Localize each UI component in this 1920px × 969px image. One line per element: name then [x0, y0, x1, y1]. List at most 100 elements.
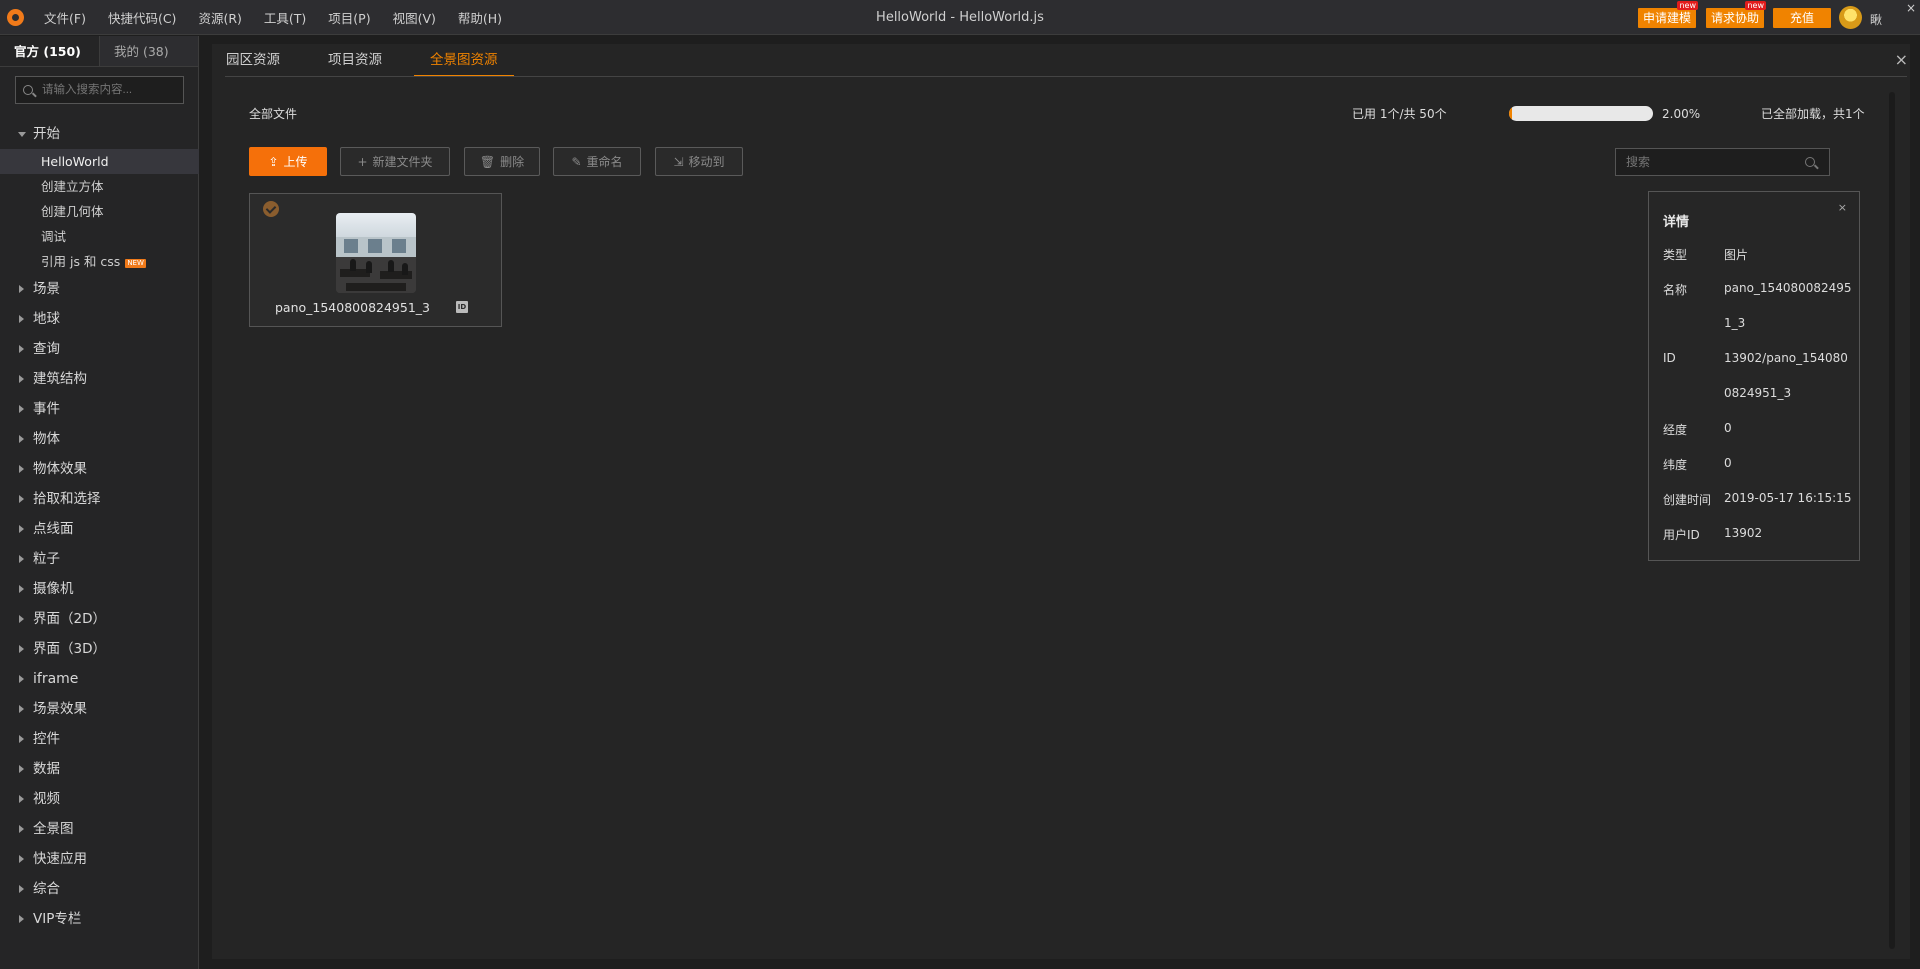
detail-id-value-line1: 13902/pano_154080 [1724, 351, 1848, 365]
rename-label: 重命名 [586, 155, 623, 169]
tree-group-particle[interactable]: 粒子 [0, 544, 199, 574]
detail-created-value: 2019-05-17 16:15:15 [1724, 491, 1852, 505]
request-help-label: 请求协助 [1711, 11, 1760, 25]
detail-latitude-value: 0 [1724, 456, 1732, 470]
move-to-label: 移动到 [688, 155, 725, 169]
request-help-button[interactable]: 请求协助 new [1706, 1, 1767, 28]
tree-group-panorama[interactable]: 全景图 [0, 814, 199, 844]
apply-model-button[interactable]: 申请建模 new [1638, 1, 1699, 28]
sidebar-search-input[interactable] [15, 76, 184, 104]
tree-group-pick-select[interactable]: 拾取和选择 [0, 484, 199, 514]
tab-official[interactable]: 官方 (150) [0, 36, 99, 66]
tab-park-resources[interactable]: 园区资源 [226, 44, 280, 76]
detail-title: 详情 [1663, 215, 1690, 230]
delete-button[interactable]: 🗑 删除 [464, 147, 540, 176]
file-search-input[interactable] [1615, 148, 1830, 176]
tree-group-query[interactable]: 查询 [0, 334, 199, 364]
tree-group-point-line-face[interactable]: 点线面 [0, 514, 199, 544]
search-icon [23, 85, 33, 95]
menu-resources[interactable]: 资源(R) [198, 8, 241, 27]
menu-file[interactable]: 文件(F) [44, 8, 86, 27]
menu-tools[interactable]: 工具(T) [264, 8, 306, 27]
resource-panel: 园区资源 项目资源 全景图资源 × 全部文件 已用 1个/共 50个 2.00%… [212, 44, 1910, 959]
menu-help[interactable]: 帮助(H) [458, 8, 502, 27]
selected-check-icon[interactable] [263, 201, 279, 217]
detail-close-icon[interactable]: × [1838, 201, 1847, 214]
detail-id-value-line2: 0824951_3 [1724, 386, 1792, 400]
tree-group-object[interactable]: 物体 [0, 424, 199, 454]
menu-snippets[interactable]: 快捷代码(C) [108, 8, 176, 27]
window-close-icon[interactable]: × [1906, 1, 1916, 15]
rename-button[interactable]: ✎ 重命名 [553, 147, 641, 176]
recharge-button[interactable]: 充值 [1773, 8, 1831, 28]
tree-item-debug[interactable]: 调试 [0, 224, 199, 249]
user-avatar[interactable] [1839, 6, 1862, 29]
detail-type-value: 图片 [1724, 248, 1749, 262]
usage-progress-bar [1509, 106, 1653, 121]
detail-name-value-line1: pano_154080082495 [1724, 281, 1852, 295]
new-folder-button[interactable]: + 新建文件夹 [340, 147, 450, 176]
tree-group-event[interactable]: 事件 [0, 394, 199, 424]
tree-item-import-js-css[interactable]: 引用 js 和 css NEW [0, 249, 199, 274]
panorama-thumbnail [336, 213, 416, 293]
new-badge: new [1677, 1, 1699, 10]
detail-type-label: 类型 [1663, 248, 1688, 262]
tree-group-ui-3d[interactable]: 界面（3D） [0, 634, 199, 664]
menu-project[interactable]: 项目(P) [328, 8, 370, 27]
detail-longitude-value: 0 [1724, 421, 1732, 435]
detail-created-label: 创建时间 [1663, 493, 1712, 507]
upload-label: 上传 [283, 155, 308, 169]
tab-project-resources[interactable]: 项目资源 [328, 44, 382, 76]
tree-group-data[interactable]: 数据 [0, 754, 199, 784]
detail-userid-value: 13902 [1724, 526, 1763, 540]
new-badge: new [1745, 1, 1767, 10]
usage-progress-fill [1509, 106, 1512, 121]
tree-item-create-geometry[interactable]: 创建几何体 [0, 199, 199, 224]
tree-group-vip[interactable]: VIP专栏 [0, 904, 199, 934]
search-icon [1805, 157, 1815, 167]
tree-item-create-cube[interactable]: 创建立方体 [0, 174, 199, 199]
tab-divider [225, 76, 1907, 77]
tree-group-scene-effect[interactable]: 场景效果 [0, 694, 199, 724]
detail-userid-label: 用户ID [1663, 528, 1700, 542]
user-name[interactable]: 瞅 [1870, 11, 1882, 28]
plus-icon: + [357, 154, 368, 169]
menu-view[interactable]: 视图(V) [393, 8, 436, 27]
move-to-button[interactable]: ⇲ 移动到 [655, 147, 743, 176]
move-icon: ⇲ [673, 154, 684, 169]
tree-group-iframe[interactable]: iframe [0, 664, 199, 694]
breadcrumb[interactable]: 全部文件 [249, 105, 297, 122]
panel-close-icon[interactable]: × [1895, 50, 1908, 69]
tree-group-ui-2d[interactable]: 界面（2D） [0, 604, 199, 634]
apply-model-label: 申请建模 [1643, 11, 1692, 25]
sidebar-tabs: 官方 (150) 我的 (38) [0, 36, 198, 67]
vertical-scrollbar[interactable] [1889, 92, 1895, 949]
tree-group-object-effect[interactable]: 物体效果 [0, 454, 199, 484]
sidebar-tree: 开始 HelloWorld 创建立方体 创建几何体 调试 引用 js 和 css… [0, 119, 199, 934]
usage-text: 已用 1个/共 50个 [1352, 107, 1447, 121]
tree-group-scene[interactable]: 场景 [0, 274, 199, 304]
tab-mine[interactable]: 我的 (38) [99, 36, 198, 66]
tree-group-camera[interactable]: 摄像机 [0, 574, 199, 604]
tree-group-controls[interactable]: 控件 [0, 724, 199, 754]
tree-group-quick-apps[interactable]: 快速应用 [0, 844, 199, 874]
tree-item-label: 引用 js 和 css [41, 254, 121, 269]
new-folder-label: 新建文件夹 [372, 155, 433, 169]
detail-name-value-line2: 1_3 [1724, 316, 1746, 330]
tree-group-building[interactable]: 建筑结构 [0, 364, 199, 394]
title-bar: 文件(F) 快捷代码(C) 资源(R) 工具(T) 项目(P) 视图(V) 帮助… [0, 0, 1920, 35]
usage-percent: 2.00% [1662, 107, 1701, 121]
tree-group-general[interactable]: 综合 [0, 874, 199, 904]
tree-group-earth[interactable]: 地球 [0, 304, 199, 334]
upload-button[interactable]: ⇪ 上传 [249, 147, 327, 176]
tree-group-start[interactable]: 开始 [0, 119, 199, 149]
file-card[interactable]: pano_1540800824951_3 ID [249, 193, 502, 327]
detail-id-label: ID [1663, 351, 1676, 365]
resource-tabs: 园区资源 项目资源 全景图资源 [226, 44, 546, 77]
file-name: pano_1540800824951_3 [274, 300, 430, 315]
upload-icon: ⇪ [268, 154, 279, 169]
tree-item-helloworld[interactable]: HelloWorld [0, 149, 199, 174]
id-badge-icon[interactable]: ID [456, 301, 468, 313]
tree-group-video[interactable]: 视频 [0, 784, 199, 814]
tab-panorama-resources[interactable]: 全景图资源 [414, 44, 513, 77]
